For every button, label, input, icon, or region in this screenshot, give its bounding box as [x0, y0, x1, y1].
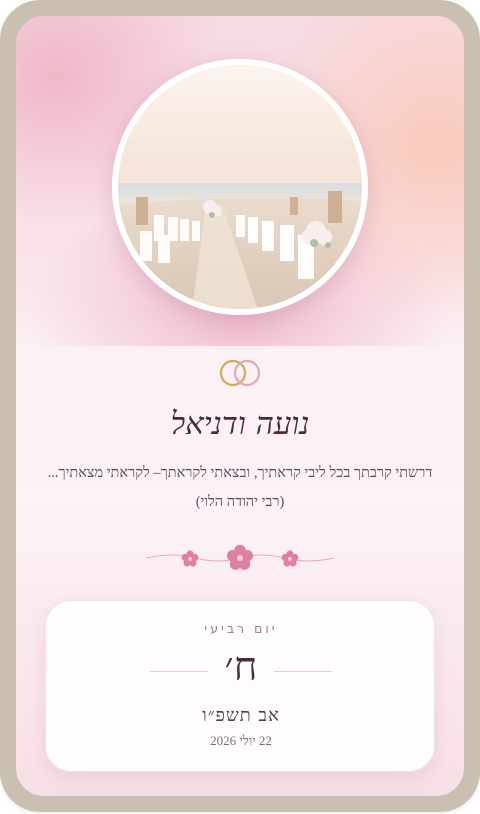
verse-quote: דרשתי קרבתך בכל ליבי קראתיך, ובצאתי לקרא…	[47, 465, 433, 510]
flower-divider-icon	[145, 544, 335, 570]
invitation-screen: נועה ודניאל דרשתי קרבתך בכל ליבי קראתיך,…	[16, 16, 464, 796]
beach-ceremony-image	[118, 65, 362, 309]
date-card: יום רביעי ח׳ אב תשפ״ו 22 יולי 2026	[45, 600, 435, 772]
couple-photo	[112, 59, 368, 315]
device-frame: נועה ודניאל דרשתי קרבתך בכל ליבי קראתיך,…	[0, 0, 480, 812]
weekday-label: יום רביעי	[204, 621, 278, 636]
wedding-rings-icon	[219, 359, 261, 387]
hebrew-month-year: אב תשפ״ו	[202, 705, 280, 726]
couple-names: נועה ודניאל	[170, 406, 310, 442]
gregorian-date: 22 יולי 2026	[210, 733, 272, 748]
hebrew-day: ח׳	[224, 644, 258, 690]
